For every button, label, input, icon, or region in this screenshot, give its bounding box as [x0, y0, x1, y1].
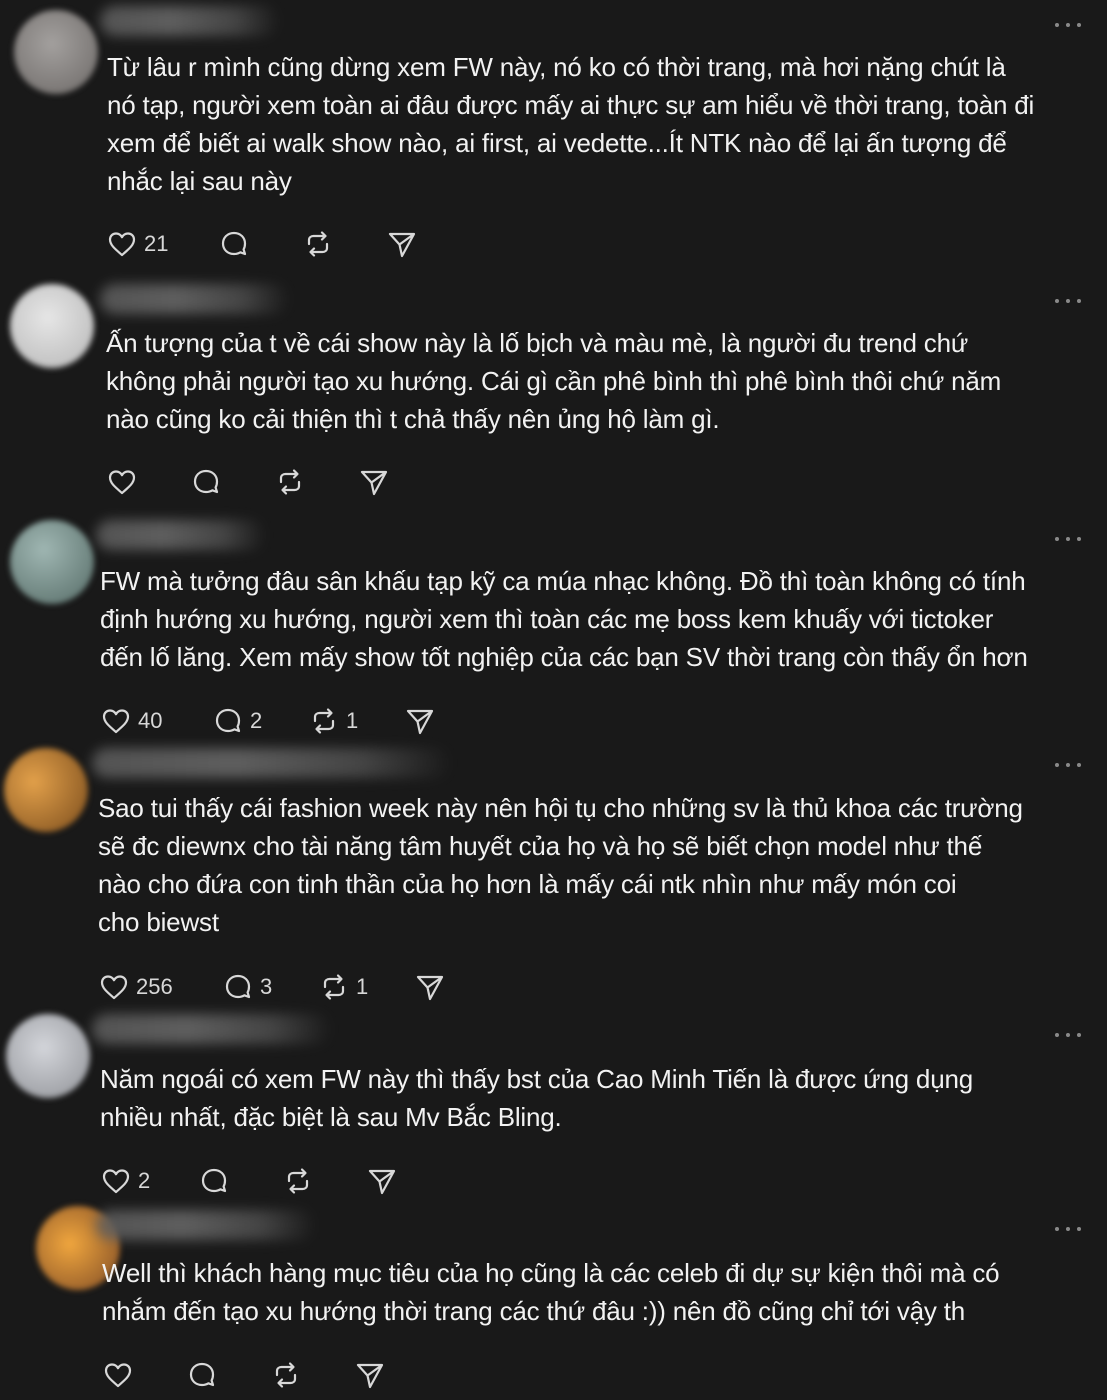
share-button[interactable] [386, 228, 418, 260]
username-blurred[interactable] [92, 1014, 332, 1044]
like-button[interactable] [102, 1359, 186, 1391]
repost-icon [275, 1362, 297, 1388]
reply-icon [189, 1362, 215, 1387]
more-options-icon[interactable] [1055, 760, 1081, 770]
share-button[interactable] [404, 705, 436, 737]
comment-actions: 2 [100, 1163, 398, 1199]
avatar[interactable] [10, 520, 94, 604]
heart-icon [102, 709, 130, 734]
send-icon [388, 232, 416, 258]
comment-text: Sao tui thấy cái fashion week này nên hộ… [98, 793, 1023, 937]
like-count: 40 [138, 708, 163, 733]
username-blurred[interactable] [96, 1210, 316, 1240]
reply-button[interactable]: 3 [222, 971, 318, 1003]
repost-icon [287, 1168, 309, 1194]
username-blurred[interactable] [92, 748, 452, 778]
more-options-icon[interactable] [1055, 296, 1081, 306]
reply-icon [193, 469, 219, 494]
repost-count: 1 [346, 708, 359, 733]
more-options-icon[interactable] [1055, 534, 1081, 544]
like-button[interactable]: 21 [106, 228, 218, 260]
avatar[interactable] [6, 1014, 90, 1098]
reply-button[interactable] [186, 1359, 270, 1391]
comment-actions: 256 3 1 [98, 969, 446, 1005]
more-options-icon[interactable] [1055, 1224, 1081, 1234]
send-icon [360, 470, 388, 496]
comment-text: Từ lâu r mình cũng dừng xem FW này, nó k… [107, 52, 1035, 196]
share-button[interactable] [414, 971, 446, 1003]
heart-icon [108, 232, 136, 257]
comment-actions: 21 [106, 226, 418, 262]
like-count: 21 [144, 231, 169, 256]
reply-button[interactable]: 2 [212, 705, 308, 737]
like-button[interactable]: 40 [100, 705, 212, 737]
avatar[interactable] [10, 284, 94, 368]
more-options-icon[interactable] [1055, 20, 1081, 30]
like-button[interactable] [106, 466, 190, 498]
username-blurred[interactable] [96, 520, 266, 550]
reply-count: 2 [250, 708, 263, 733]
comment-text: Well thì khách hàng mục tiêu của họ cũng… [102, 1258, 1000, 1326]
reply-count: 3 [260, 974, 273, 999]
comment-actions [102, 1357, 386, 1393]
avatar[interactable] [4, 748, 88, 832]
like-button[interactable]: 2 [100, 1165, 198, 1197]
username-blurred[interactable] [100, 284, 290, 314]
reply-icon [221, 231, 247, 256]
heart-icon [100, 975, 128, 1000]
repost-icon [323, 974, 345, 1000]
heart-icon [108, 470, 136, 495]
heart-icon [102, 1169, 130, 1194]
comment-text: Ấn tượng của t về cái show này là lố bịc… [106, 328, 1002, 434]
like-count: 2 [138, 1168, 151, 1193]
share-button[interactable] [354, 1359, 386, 1391]
avatar[interactable] [14, 10, 98, 94]
repost-button[interactable]: 1 [308, 705, 404, 737]
reply-icon [201, 1168, 227, 1193]
repost-button[interactable] [274, 466, 358, 498]
repost-button[interactable] [282, 1165, 366, 1197]
send-icon [356, 1363, 384, 1389]
send-icon [368, 1169, 396, 1195]
send-icon [416, 975, 444, 1001]
share-button[interactable] [358, 466, 390, 498]
reply-button[interactable] [218, 228, 302, 260]
repost-icon [313, 708, 335, 734]
comment-text: FW mà tưởng đâu sân khấu tạp kỹ ca múa n… [100, 566, 1028, 672]
reply-button[interactable] [198, 1165, 282, 1197]
comment-text: Năm ngoái có xem FW này thì thấy bst của… [100, 1064, 973, 1132]
like-count: 256 [136, 974, 173, 999]
repost-count: 1 [356, 974, 369, 999]
heart-icon [104, 1363, 132, 1388]
repost-button[interactable] [270, 1359, 354, 1391]
reply-icon [225, 974, 251, 999]
reply-button[interactable] [190, 466, 274, 498]
comment-actions: 40 2 1 [100, 703, 436, 739]
like-button[interactable]: 256 [98, 971, 222, 1003]
repost-button[interactable] [302, 228, 386, 260]
reply-icon [215, 708, 241, 733]
send-icon [406, 709, 434, 735]
repost-button[interactable]: 1 [318, 971, 414, 1003]
repost-icon [307, 231, 329, 257]
username-blurred[interactable] [100, 6, 280, 36]
more-options-icon[interactable] [1055, 1030, 1081, 1040]
repost-icon [279, 469, 301, 495]
comment-actions [106, 464, 390, 500]
share-button[interactable] [366, 1165, 398, 1197]
